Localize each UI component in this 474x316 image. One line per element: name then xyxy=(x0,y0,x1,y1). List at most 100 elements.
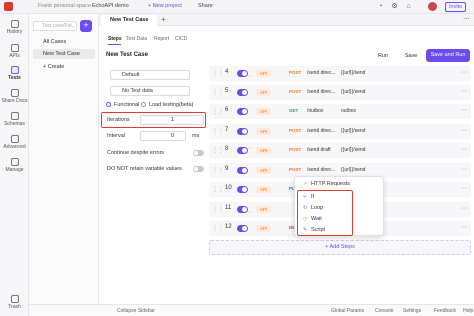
test-data-select[interactable]: No Test data xyxy=(110,86,190,96)
environment-select[interactable]: Default xyxy=(110,70,190,80)
step-enabled-toggle[interactable] xyxy=(237,206,248,213)
more-icon[interactable]: ⋯ xyxy=(461,205,467,212)
step-row[interactable]: ⋮⋮ 8 API POST/send draft {{url}}/send ⋯ xyxy=(209,143,471,158)
rail-apis[interactable]: APIs xyxy=(0,44,29,59)
top-bar: Frank personal space EchoAPI demo + New … xyxy=(0,0,474,14)
continue-errors-toggle[interactable] xyxy=(193,150,204,156)
step-type-badge: API xyxy=(256,167,271,174)
rail-tests[interactable]: Tests xyxy=(0,66,29,81)
new-tab-button[interactable]: + xyxy=(161,15,166,24)
new-project-button[interactable]: + New project xyxy=(148,3,182,9)
http-method: POST xyxy=(289,128,302,133)
more-icon[interactable]: ⋯ xyxy=(461,107,467,114)
rail-schemas[interactable]: Schemas xyxy=(0,112,29,127)
iterations-highlight xyxy=(101,112,206,128)
invite-button[interactable]: Invite xyxy=(445,2,467,12)
tree-item-new-case[interactable]: New Test Case xyxy=(33,49,95,59)
tree-item-all-cases[interactable]: All Cases xyxy=(33,37,95,47)
tree-search-input[interactable]: Test case/Fol... xyxy=(33,21,77,31)
step-row[interactable]: ⋮⋮ 6 API GET/outbox outbox ⋯ xyxy=(209,104,471,119)
trash-icon xyxy=(10,295,19,303)
step-row[interactable]: ⋮⋮ 4 API POST/send direc... {{url}}/send ⋯ xyxy=(209,66,471,81)
drag-handle-icon[interactable]: ⋮⋮ xyxy=(212,206,224,213)
more-icon[interactable]: ⋯ xyxy=(461,166,467,173)
feedback-button[interactable]: Feedback xyxy=(434,308,456,314)
gear-icon[interactable]: ⚙ xyxy=(390,2,399,11)
step-enabled-toggle[interactable] xyxy=(237,128,248,135)
collapse-sidebar-button[interactable]: Collapse Sidebar xyxy=(117,308,155,314)
tab-test-data[interactable]: Test Data xyxy=(126,36,147,42)
load-testing-radio[interactable] xyxy=(141,102,146,107)
drag-handle-icon[interactable]: ⋮⋮ xyxy=(212,108,224,115)
rail-trash[interactable]: Trash xyxy=(0,295,29,310)
more-icon[interactable]: ⋯ xyxy=(461,88,467,95)
console-button[interactable]: Console xyxy=(375,308,393,314)
rail-advanced[interactable]: Advanced xyxy=(0,135,29,150)
step-enabled-toggle[interactable] xyxy=(237,167,248,174)
settings-button[interactable]: Settings xyxy=(403,308,421,314)
rail-history[interactable]: History xyxy=(0,20,29,35)
tab-menu-icon[interactable]: ⋯ xyxy=(463,15,470,23)
step-type-badge: API xyxy=(256,108,271,115)
create-button[interactable]: + Create xyxy=(33,62,95,72)
drag-handle-icon[interactable]: ⋮⋮ xyxy=(212,186,224,193)
tab-cicd[interactable]: CICD xyxy=(175,36,187,42)
step-row[interactable]: ⋮⋮ 7 API POST/send direc... {{url}}/send ⋯ xyxy=(209,124,471,139)
tab-new-test-case[interactable]: New Test Case xyxy=(101,15,157,26)
more-icon[interactable]: ⋯ xyxy=(461,185,467,192)
step-enabled-toggle[interactable] xyxy=(237,89,248,96)
rail-share-docs[interactable]: Share Docs xyxy=(0,89,29,104)
continue-errors-label: Continue despite errors xyxy=(107,150,165,156)
nav-rail: History APIs Tests Share Docs Schemas Ad… xyxy=(0,14,29,316)
avatar[interactable] xyxy=(428,2,437,11)
functional-radio[interactable] xyxy=(106,102,111,107)
step-number: 12 xyxy=(225,224,232,230)
help-button[interactable]: Help xyxy=(463,308,473,314)
add-steps-button[interactable]: + Add Steps xyxy=(209,240,471,255)
step-number: 5 xyxy=(225,88,229,94)
workspace-name[interactable]: Frank personal space xyxy=(38,3,91,9)
editor-tabs: New Test Case + ⋯ xyxy=(99,14,474,26)
step-row[interactable]: ⋮⋮ 5 API POST/send direc... {{url}}/send ⋯ xyxy=(209,85,471,100)
step-enabled-toggle[interactable] xyxy=(237,225,248,232)
save-button[interactable]: Save xyxy=(399,50,423,62)
drag-handle-icon[interactable]: ⋮⋮ xyxy=(212,225,224,232)
drag-handle-icon[interactable]: ⋮⋮ xyxy=(212,167,224,174)
api-icon xyxy=(10,44,19,52)
drag-handle-icon[interactable]: ⋮⋮ xyxy=(212,70,224,77)
more-icon[interactable]: ⋯ xyxy=(461,224,467,231)
more-icon[interactable]: ⋯ xyxy=(461,69,467,76)
share-button[interactable]: Share xyxy=(198,3,213,9)
notification-icon[interactable]: ◔ xyxy=(376,2,385,11)
advanced-icon xyxy=(10,135,19,143)
tab-report[interactable]: Report xyxy=(154,36,169,42)
more-icon[interactable]: ⋯ xyxy=(461,127,467,134)
add-case-button[interactable]: + xyxy=(80,20,92,32)
drag-handle-icon[interactable]: ⋮⋮ xyxy=(212,89,224,96)
rail-manage[interactable]: Manage xyxy=(0,158,29,173)
translate-icon[interactable]: ⌂ xyxy=(404,2,413,11)
project-name[interactable]: EchoAPI demo xyxy=(92,3,129,9)
step-enabled-toggle[interactable] xyxy=(237,147,248,154)
drag-handle-icon[interactable]: ⋮⋮ xyxy=(212,128,224,135)
tab-steps[interactable]: Steps xyxy=(108,36,122,42)
run-button[interactable]: Run xyxy=(370,50,396,62)
interval-input[interactable]: 0 xyxy=(140,131,186,141)
drag-handle-icon[interactable]: ⋮⋮ xyxy=(212,147,224,154)
http-method: POST xyxy=(289,70,302,75)
popup-http-requests[interactable]: ↗ HTTP Requests xyxy=(303,181,350,187)
add-steps-label: + Add Steps xyxy=(325,244,355,250)
save-and-run-button[interactable]: Save and Run xyxy=(426,49,470,62)
retain-variables-toggle[interactable] xyxy=(193,166,204,172)
step-enabled-toggle[interactable] xyxy=(237,108,248,115)
manage-icon xyxy=(10,158,19,166)
step-number: 6 xyxy=(225,107,229,113)
step-type-badge: API xyxy=(256,186,271,193)
more-icon[interactable]: ⋯ xyxy=(461,146,467,153)
interval-unit[interactable]: ms xyxy=(192,133,199,139)
step-enabled-toggle[interactable] xyxy=(237,70,248,77)
global-params-button[interactable]: Global Params xyxy=(331,308,364,314)
step-enabled-toggle[interactable] xyxy=(237,186,248,193)
subtab-underline xyxy=(108,44,121,45)
interval-label: Interval xyxy=(107,133,126,139)
